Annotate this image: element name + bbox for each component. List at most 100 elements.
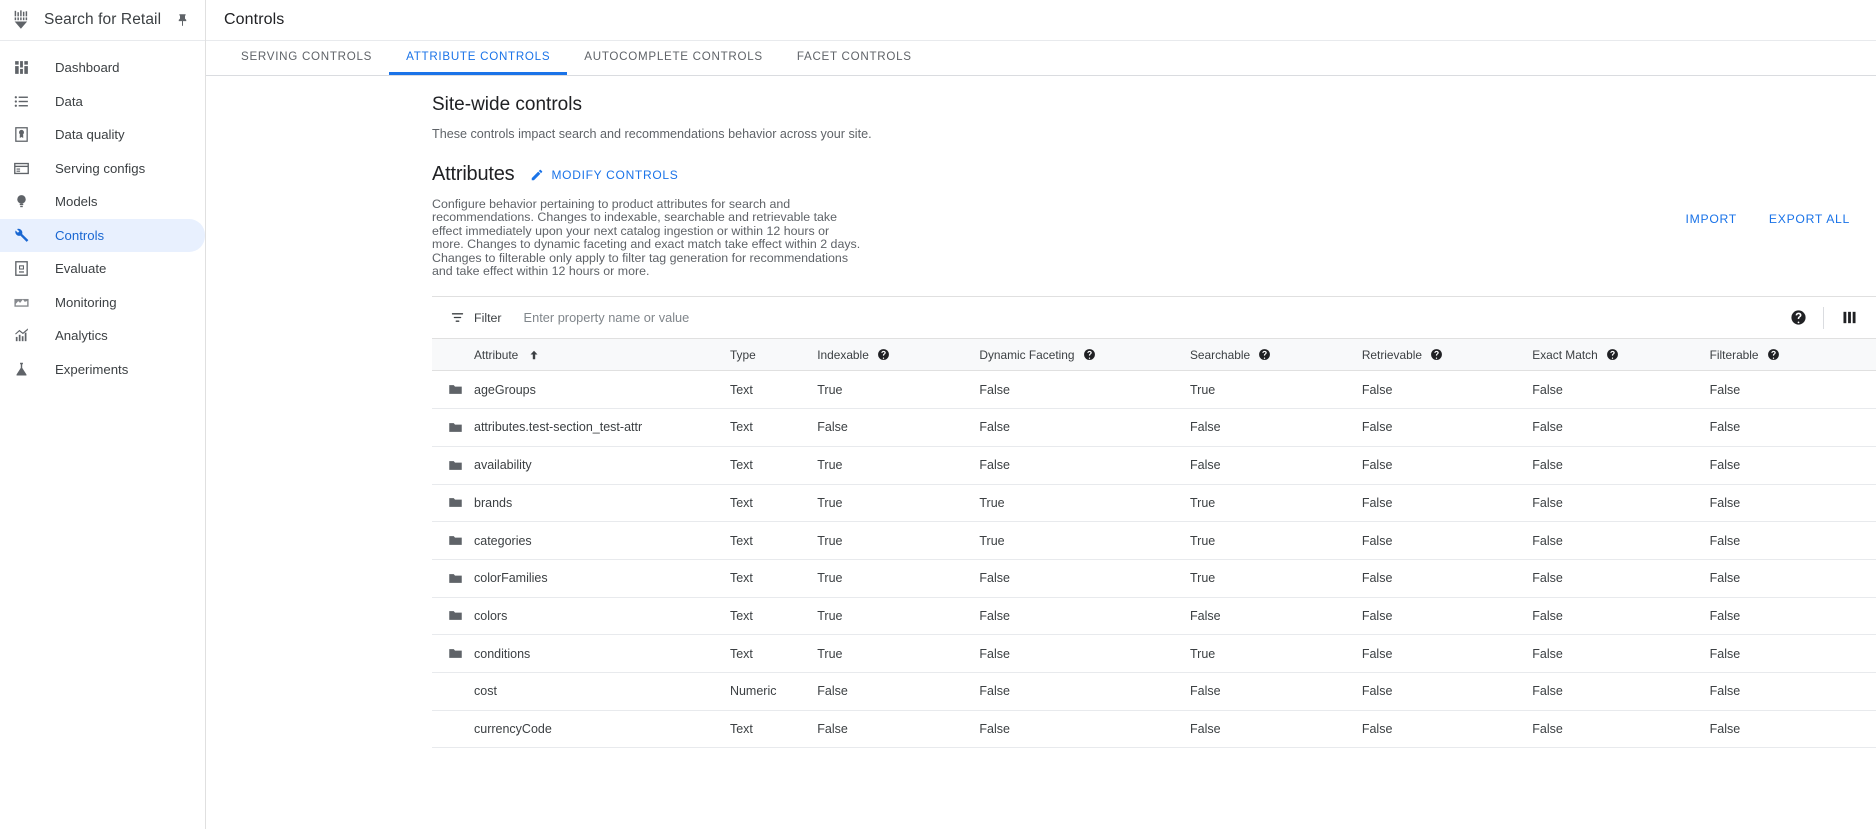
cell-retrievable: False	[1362, 409, 1532, 447]
cell-attribute: colors	[432, 597, 730, 635]
table-actions: IMPORT EXPORT ALL	[1686, 212, 1850, 226]
column-label: Dynamic Faceting	[979, 348, 1074, 362]
table-row[interactable]: brandsTextTrueTrueTrueFalseFalseFalse	[432, 484, 1876, 522]
table-row[interactable]: costNumericFalseFalseFalseFalseFalseFals…	[432, 672, 1876, 710]
sort-ascending-icon	[528, 349, 540, 361]
table-row[interactable]: categoriesTextTrueTrueTrueFalseFalseFals…	[432, 522, 1876, 560]
column-header-type[interactable]: Type	[730, 339, 817, 371]
tab-attribute-controls[interactable]: ATTRIBUTE CONTROLS	[389, 41, 567, 75]
import-button[interactable]: IMPORT	[1686, 212, 1737, 226]
table-row[interactable]: currencyCodeTextFalseFalseFalseFalseFals…	[432, 710, 1876, 748]
tab-serving-controls[interactable]: SERVING CONTROLS	[224, 41, 389, 75]
dashboard-icon	[11, 58, 31, 78]
sidebar-item-analytics[interactable]: Analytics	[0, 319, 205, 353]
cell-filterable: False	[1710, 371, 1876, 409]
analytics-icon	[11, 326, 31, 346]
site-wide-controls-section: Site-wide controls These controls impact…	[206, 76, 1876, 278]
cell-exact-match: False	[1532, 522, 1709, 560]
sidebar-item-models[interactable]: Models	[0, 185, 205, 219]
cell-attribute: cost	[432, 672, 730, 710]
sidebar-item-monitoring[interactable]: Monitoring	[0, 286, 205, 320]
column-header-dynamic-faceting[interactable]: Dynamic Faceting	[979, 339, 1190, 371]
sidebar-item-controls[interactable]: Controls	[0, 219, 205, 253]
table-row[interactable]: ageGroupsTextTrueFalseTrueFalseFalseFals…	[432, 371, 1876, 409]
cell-dynamic-faceting: False	[979, 446, 1190, 484]
cell-exact-match: False	[1532, 446, 1709, 484]
help-icon[interactable]	[1785, 305, 1811, 331]
cell-indexable: True	[817, 371, 979, 409]
help-icon[interactable]	[1258, 348, 1271, 361]
folder-icon	[448, 533, 470, 548]
cell-searchable: False	[1190, 710, 1362, 748]
folder-icon	[448, 382, 470, 397]
column-settings-icon[interactable]	[1836, 305, 1862, 331]
column-header-attribute[interactable]: Attribute	[432, 339, 730, 371]
cell-filterable: False	[1710, 635, 1876, 673]
table-row[interactable]: colorFamiliesTextTrueFalseTrueFalseFalse…	[432, 559, 1876, 597]
column-label: Attribute	[474, 348, 518, 362]
cell-dynamic-faceting: False	[979, 635, 1190, 673]
cell-dynamic-faceting: True	[979, 522, 1190, 560]
sidebar-item-label: Models	[55, 194, 98, 209]
sidebar-nav: Dashboard Data	[0, 41, 205, 386]
brand-title: Search for Retail	[44, 11, 171, 29]
folder-icon	[448, 495, 470, 510]
help-icon[interactable]	[877, 348, 890, 361]
sidebar-item-data[interactable]: Data	[0, 85, 205, 119]
sidebar: Search for Retail Dashboard	[0, 0, 206, 829]
help-icon[interactable]	[1083, 348, 1096, 361]
cell-type: Text	[730, 597, 817, 635]
cell-filterable: False	[1710, 409, 1876, 447]
sidebar-item-dashboard[interactable]: Dashboard	[0, 51, 205, 85]
cell-type: Text	[730, 446, 817, 484]
cell-filterable: False	[1710, 597, 1876, 635]
sidebar-item-evaluate[interactable]: Evaluate	[0, 252, 205, 286]
filter-input[interactable]	[522, 309, 922, 326]
cell-retrievable: False	[1362, 635, 1532, 673]
cell-dynamic-faceting: False	[979, 559, 1190, 597]
cell-attribute: attributes.test-section_test-attr	[432, 409, 730, 447]
column-header-filterable[interactable]: Filterable	[1710, 339, 1876, 371]
table-row[interactable]: conditionsTextTrueFalseTrueFalseFalseFal…	[432, 635, 1876, 673]
table-row[interactable]: attributes.test-section_test-attrTextFal…	[432, 409, 1876, 447]
section-subtitle: These controls impact search and recomme…	[432, 127, 1876, 141]
column-header-exact-match[interactable]: Exact Match	[1532, 339, 1709, 371]
sidebar-item-serving-configs[interactable]: Serving configs	[0, 152, 205, 186]
help-icon[interactable]	[1767, 348, 1780, 361]
sidebar-item-label: Evaluate	[55, 261, 106, 276]
export-all-button[interactable]: EXPORT ALL	[1769, 212, 1850, 226]
cell-indexable: False	[817, 710, 979, 748]
pin-icon[interactable]	[171, 9, 193, 31]
cell-indexable: True	[817, 484, 979, 522]
column-header-indexable[interactable]: Indexable	[817, 339, 979, 371]
cell-indexable: True	[817, 522, 979, 560]
table-row[interactable]: availabilityTextTrueFalseFalseFalseFalse…	[432, 446, 1876, 484]
app-root: Search for Retail Dashboard	[0, 0, 1876, 829]
cell-type: Text	[730, 371, 817, 409]
cell-exact-match: False	[1532, 371, 1709, 409]
cell-searchable: True	[1190, 371, 1362, 409]
help-icon[interactable]	[1430, 348, 1443, 361]
sidebar-item-label: Experiments	[55, 362, 128, 377]
attribute-name: currencyCode	[474, 722, 552, 736]
column-header-searchable[interactable]: Searchable	[1190, 339, 1362, 371]
help-icon[interactable]	[1606, 348, 1619, 361]
table-header-row: Attribute Type	[432, 339, 1876, 371]
cell-retrievable: False	[1362, 710, 1532, 748]
models-icon	[11, 192, 31, 212]
column-header-retrievable[interactable]: Retrievable	[1362, 339, 1532, 371]
sidebar-item-data-quality[interactable]: Data quality	[0, 118, 205, 152]
column-label: Exact Match	[1532, 348, 1597, 362]
cell-searchable: True	[1190, 559, 1362, 597]
modify-controls-button[interactable]: MODIFY CONTROLS	[530, 168, 678, 182]
main-area: Controls SERVING CONTROLS ATTRIBUTE CONT…	[206, 0, 1876, 829]
cell-indexable: True	[817, 559, 979, 597]
sidebar-item-experiments[interactable]: Experiments	[0, 353, 205, 387]
wrench-icon	[11, 225, 31, 245]
table-row[interactable]: colorsTextTrueFalseFalseFalseFalseFalse	[432, 597, 1876, 635]
tab-autocomplete-controls[interactable]: AUTOCOMPLETE CONTROLS	[567, 41, 780, 75]
filter-chip[interactable]: Filter	[450, 310, 502, 325]
column-label: Searchable	[1190, 348, 1250, 362]
tab-facet-controls[interactable]: FACET CONTROLS	[780, 41, 929, 75]
cell-type: Text	[730, 635, 817, 673]
